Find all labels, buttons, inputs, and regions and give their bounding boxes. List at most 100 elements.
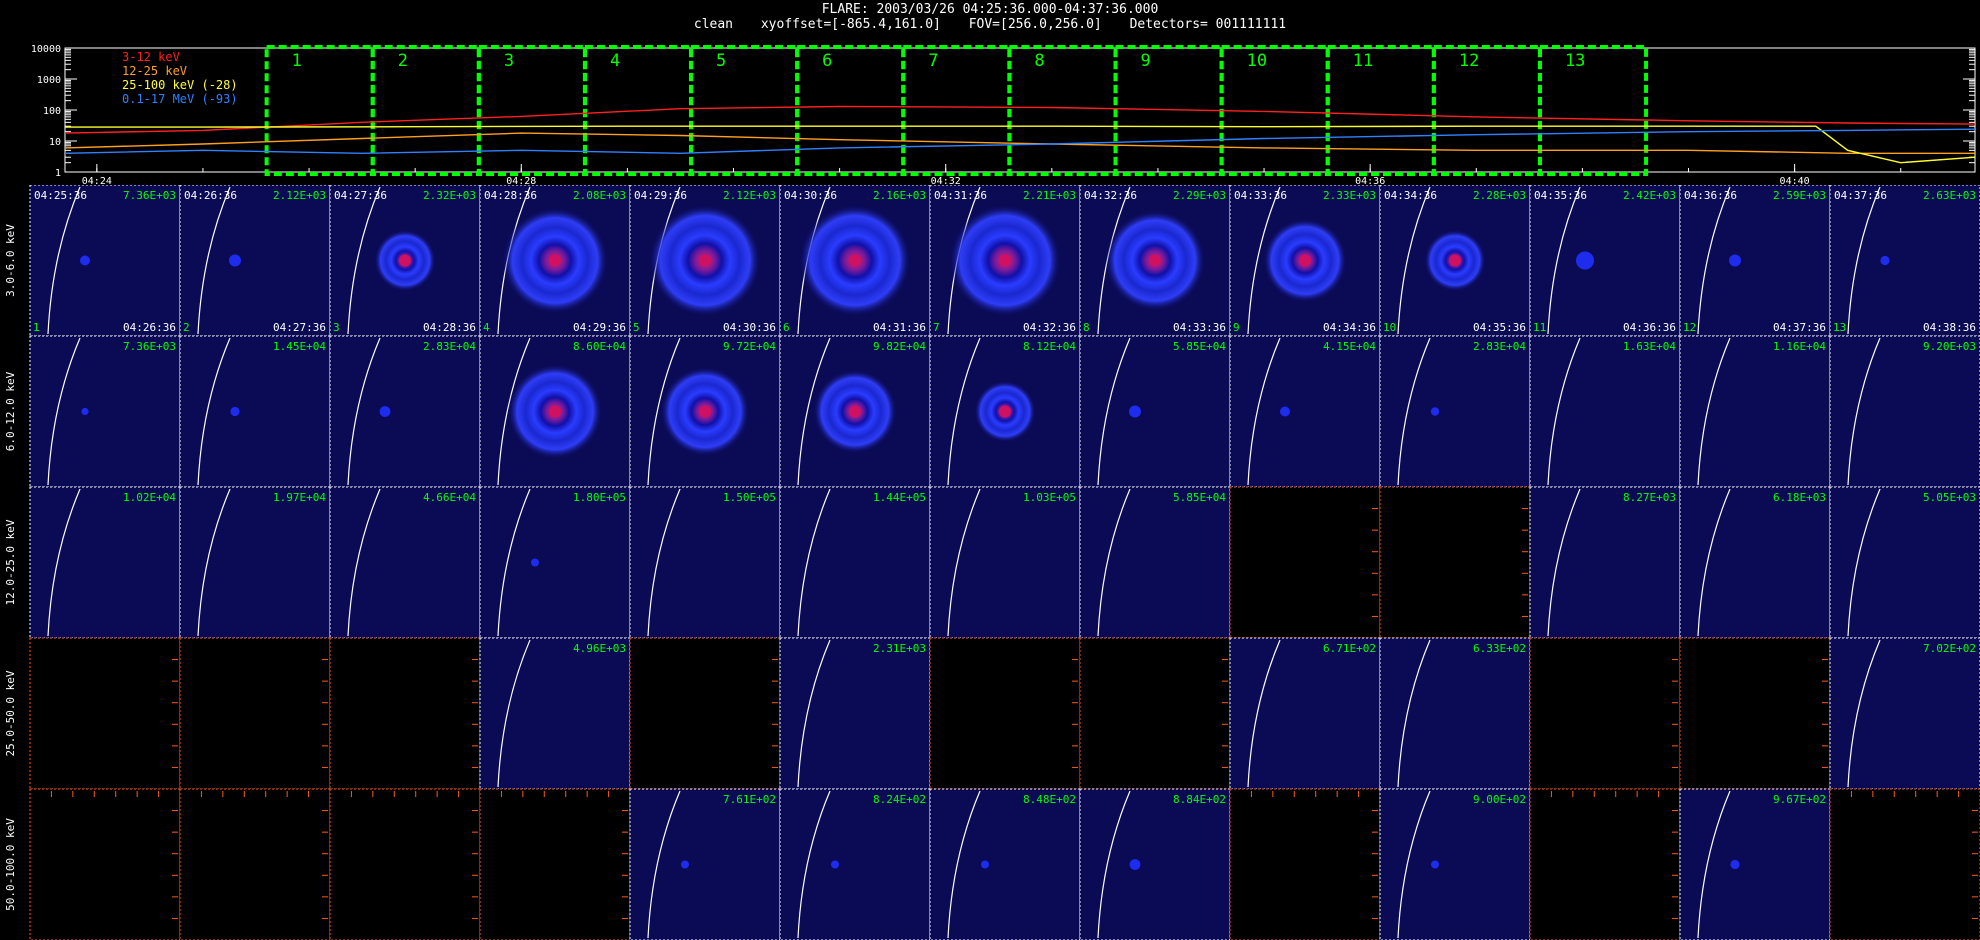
panel-counts: 8.48E+02 [1023,793,1076,806]
panel-end-time: 04:35:36 [1473,321,1526,334]
lightcurve-chart: 10000100010010104:24 04:28 04:32 04:36 04:40… [31,44,1976,187]
interval-label: 9 [1141,51,1151,71]
image-panel [1529,788,1681,940]
image-panel [629,637,781,790]
source-spot [981,860,989,869]
image-panel: 2.83E+04 [1379,335,1531,488]
panel-background [1080,487,1230,638]
image-panel: 8.48E+02 [929,788,1081,940]
image-panel: 4.66E+04 [329,486,481,639]
panel-counts: 4.96E+03 [573,642,626,655]
panel-number: 12 [1683,321,1696,334]
panel-background [1830,487,1980,638]
series-line-0 [64,105,1976,134]
image-panel: 4.15E+04 [1229,335,1381,488]
image-panel [1229,788,1381,940]
image-panel: 7.36E+03 04:25:36 04:26:36 1 [29,185,181,337]
panel-background [180,638,330,789]
legend-entry: 12-25 keV [122,64,187,78]
panel-end-time: 04:33:36 [1173,321,1226,334]
image-panel: 2.21E+03 04:31:36 04:32:36 7 [929,185,1081,337]
panel-counts: 1.02E+04 [123,491,176,504]
panel-background [1680,185,1830,336]
panel-counts: 8.27E+03 [1623,491,1676,504]
image-panel [329,637,481,790]
image-panel: 5.05E+03 [1829,486,1980,639]
image-panel: 2.16E+03 04:30:36 04:31:36 6 [779,185,931,337]
source-spot [1129,405,1141,418]
image-panel [29,788,181,940]
panel-background [1380,638,1530,789]
interval-label: 3 [504,51,514,71]
source-spot [229,254,241,267]
image-panel: 2.12E+03 04:26:36 04:27:36 2 [179,185,331,337]
panel-background [1080,638,1230,789]
panel-counts: 1.63E+04 [1623,340,1676,353]
image-panel [179,788,331,940]
panel-background [1080,336,1230,487]
source-core [549,254,561,267]
y-tick-label: 10000 [31,44,61,55]
plot-header: FLARE: 2003/03/26 04:25:36.000-04:37:36.… [0,2,1980,32]
panel-background [1530,336,1680,487]
image-panel: 8.27E+03 [1529,486,1681,639]
source-spot [1576,251,1594,270]
image-panel: 2.31E+03 [779,637,931,790]
panel-background [480,789,630,940]
panel-start-time: 04:34:36 [1384,189,1437,202]
panel-counts: 2.33E+03 [1323,189,1376,202]
interval-box [689,45,800,176]
panel-counts: 2.08E+03 [573,189,626,202]
interval-label: 6 [822,51,832,71]
image-panel: 4.96E+03 [479,637,631,790]
panel-start-time: 04:35:36 [1534,189,1587,202]
panel-background [630,638,780,789]
panel-start-time: 04:26:36 [184,189,237,202]
panel-background [1230,336,1380,487]
image-panel: 1.63E+04 [1529,335,1681,488]
panel-counts: 2.28E+03 [1473,189,1526,202]
panel-start-time: 04:37:36 [1834,189,1887,202]
interval-label: 5 [716,51,726,71]
source-core [999,405,1011,418]
flare-title: FLARE: 2003/03/26 04:25:36.000-04:37:36.… [821,2,1159,17]
panel-background [180,487,330,638]
panel-end-time: 04:32:36 [1023,321,1076,334]
source-spot [81,407,89,416]
source-spot [1430,407,1440,416]
interval-label: 1 [292,51,302,71]
panel-number: 13 [1833,321,1846,334]
y-tick-label: 10 [49,137,61,148]
source-spot [531,558,539,567]
panel-background [1530,789,1680,940]
panel-counts: 2.83E+04 [1473,340,1526,353]
panel-counts: 9.67E+02 [1773,793,1826,806]
image-panel: 2.12E+03 04:29:36 04:30:36 5 [629,185,781,337]
image-panel [1679,637,1831,790]
panel-number: 10 [1383,321,1396,334]
panel-background [1530,638,1680,789]
interval-box [1431,45,1542,176]
source-spot [1129,859,1141,870]
panel-background [1680,336,1830,487]
image-panel [1529,637,1681,790]
panel-counts: 6.71E+02 [1323,642,1376,655]
panel-background [780,638,930,789]
panel-background [180,336,330,487]
source-spot [379,406,391,417]
panel-end-time: 04:27:36 [273,321,326,334]
panel-counts: 1.97E+04 [273,491,326,504]
image-panel: 1.80E+05 [479,486,631,639]
panel-background [1230,487,1380,638]
panel-number: 2 [183,321,190,334]
panel-counts: 7.61E+02 [723,793,776,806]
interval-box [1007,45,1118,176]
image-panel [29,637,181,790]
image-panel: 9.00E+02 [1379,788,1531,940]
panel-counts: 8.24E+02 [873,793,926,806]
panel-background [30,185,180,336]
image-panel: 1.16E+04 [1679,335,1831,488]
image-panel: 1.44E+05 [779,486,931,639]
image-panel: 2.28E+03 04:34:36 04:35:36 10 [1379,185,1531,337]
interval-label: 8 [1034,51,1044,71]
